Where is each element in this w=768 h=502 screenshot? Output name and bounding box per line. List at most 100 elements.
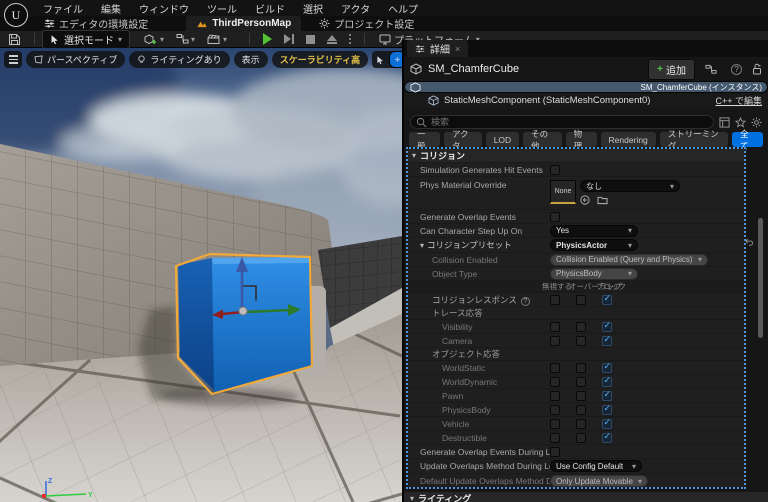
checkbox-overlap[interactable] — [576, 362, 586, 373]
collision-category-header[interactable]: ▾ コリジョン — [408, 149, 744, 162]
checkbox-ignore[interactable] — [550, 362, 560, 373]
checkbox-overlap[interactable] — [576, 321, 586, 332]
checkbox-overlap[interactable] — [576, 404, 586, 415]
reset-to-default-icon[interactable] — [744, 237, 754, 246]
show-dropdown[interactable]: 表示 — [233, 51, 268, 68]
checkbox-block[interactable] — [602, 334, 612, 346]
cpp-edit-link[interactable]: C++ で編集 — [715, 94, 762, 107]
filter-rendering[interactable]: Rendering — [600, 132, 656, 147]
blueprints-button[interactable]: ▾ — [176, 33, 195, 45]
checkbox-ignore[interactable] — [550, 335, 560, 346]
menu-window[interactable]: ウィンドウ — [130, 0, 198, 18]
filter-streaming[interactable]: ストリーミング — [659, 129, 729, 151]
checkbox-overlap[interactable] — [576, 418, 586, 429]
frame-skip-button[interactable] — [284, 34, 295, 44]
close-tab-icon[interactable]: × — [455, 44, 460, 54]
eject-button[interactable] — [327, 34, 338, 44]
gizmo-center[interactable] — [238, 306, 248, 316]
menu-help[interactable]: ヘルプ — [379, 0, 427, 18]
menu-tools[interactable]: ツール — [198, 0, 246, 18]
checkbox-block[interactable] — [602, 320, 612, 332]
perspective-dropdown[interactable]: パースペクティブ — [26, 51, 126, 68]
editor-preferences-tab[interactable]: エディタの環境設定 — [34, 16, 158, 31]
checkbox-block[interactable] — [602, 403, 612, 415]
lock-icon[interactable] — [752, 63, 762, 75]
menu-select[interactable]: 選択 — [294, 0, 332, 18]
checkbox[interactable] — [550, 446, 560, 457]
cinematics-button[interactable]: ▾ — [207, 33, 227, 45]
stop-button[interactable] — [306, 34, 316, 44]
object-type-dropdown[interactable]: PhysicsBody ▾ — [550, 267, 638, 280]
map-tab[interactable]: ThirdPersonMap — [186, 16, 302, 31]
unreal-logo-icon[interactable]: U — [4, 3, 28, 27]
checkbox-block[interactable] — [602, 293, 612, 305]
asset-thumbnail[interactable]: None — [550, 180, 576, 204]
scalability-badge[interactable]: スケーラビリティ高 — [271, 51, 369, 68]
add-component-button[interactable]: + 追加 — [648, 58, 695, 80]
move-tool-button[interactable] — [389, 51, 402, 68]
view-mode-dropdown[interactable]: ライティングあり — [129, 51, 230, 68]
use-selected-asset-icon[interactable] — [580, 195, 590, 205]
favorites-icon[interactable] — [735, 116, 746, 128]
default-update-overlaps-dropdown[interactable]: Only Update Movable ▾ — [550, 475, 648, 487]
filter-all[interactable]: 全て — [732, 129, 764, 151]
selection-mode-dropdown[interactable]: 選択モード ▾ — [42, 29, 131, 49]
checkbox-block[interactable] — [602, 375, 612, 387]
play-options-button[interactable] — [349, 34, 352, 44]
checkbox[interactable] — [550, 164, 560, 175]
filter-misc[interactable]: その他 — [523, 129, 562, 151]
asset-dropdown[interactable]: なし ▾ — [580, 180, 680, 192]
project-settings-label: プロジェクト設定 — [334, 20, 415, 31]
checkbox-ignore[interactable] — [550, 376, 560, 387]
help-question-icon[interactable]: ? — [520, 296, 530, 306]
details-scrollbar[interactable] — [758, 218, 763, 338]
add-actor-button[interactable]: ▾ — [144, 33, 164, 46]
component-row[interactable]: StaticMeshComponent (StaticMeshComponent… — [404, 93, 768, 108]
checkbox-ignore[interactable] — [550, 294, 560, 305]
response-label: Pawn — [442, 390, 464, 401]
checkbox-overlap[interactable] — [576, 432, 586, 443]
step-up-dropdown[interactable]: Yes ▾ — [550, 224, 638, 237]
save-button[interactable] — [8, 33, 21, 46]
checkbox-overlap[interactable] — [576, 294, 586, 305]
level-viewport[interactable]: Z Y パースペクティブ ライティングあり 表示 スケーラビリティ高 — [0, 48, 402, 502]
lighting-category-header[interactable]: ▾ ライティング — [404, 492, 768, 502]
checkbox-ignore[interactable] — [550, 321, 560, 332]
lighting-category-label: ライティング — [418, 493, 472, 502]
project-settings-tab[interactable]: プロジェクト設定 — [309, 16, 424, 31]
blueprint-convert-icon[interactable] — [705, 64, 717, 75]
play-button[interactable] — [263, 33, 273, 45]
filter-actor[interactable]: アクタ — [443, 129, 482, 151]
checkbox-overlap[interactable] — [576, 335, 586, 346]
checkbox-ignore[interactable] — [550, 432, 560, 443]
collision-enabled-dropdown[interactable]: Collision Enabled (Query and Physics) ▾ — [550, 253, 708, 266]
checkbox-block[interactable] — [602, 361, 612, 373]
display-filter-icon[interactable] — [719, 116, 730, 128]
checkbox[interactable] — [550, 211, 560, 222]
update-overlaps-dropdown[interactable]: Use Config Default ▾ — [550, 460, 642, 472]
filter-lod[interactable]: LOD — [485, 132, 520, 147]
filter-general[interactable]: 一般 — [409, 129, 440, 151]
browse-asset-icon[interactable] — [597, 195, 608, 205]
viewport-options-button[interactable] — [4, 51, 22, 68]
checkbox-ignore[interactable] — [550, 418, 560, 429]
collision-preset-dropdown[interactable]: PhysicsActor ▾ — [550, 239, 638, 251]
checkbox-overlap[interactable] — [576, 376, 586, 387]
menu-edit[interactable]: 編集 — [92, 0, 130, 18]
checkbox-block[interactable] — [602, 431, 612, 443]
checkbox-block[interactable] — [602, 389, 612, 401]
checkbox-block[interactable] — [602, 417, 612, 429]
menu-actor[interactable]: アクタ — [332, 0, 379, 18]
menu-file[interactable]: ファイル — [34, 0, 92, 18]
help-icon[interactable]: ? — [727, 63, 742, 75]
gizmo-x-axis[interactable] — [220, 311, 240, 316]
details-tab[interactable]: 詳細 × — [407, 40, 469, 57]
settings-icon[interactable] — [751, 116, 762, 128]
checkbox-ignore[interactable] — [550, 390, 560, 401]
select-tool-button[interactable] — [372, 51, 389, 68]
checkbox-overlap[interactable] — [576, 390, 586, 401]
instance-row[interactable]: SM_ChamferCube (インスタンス) — [404, 81, 768, 93]
checkbox-ignore[interactable] — [550, 404, 560, 415]
filter-physics[interactable]: 物理 — [565, 129, 597, 151]
menu-build[interactable]: ビルド — [246, 0, 294, 18]
